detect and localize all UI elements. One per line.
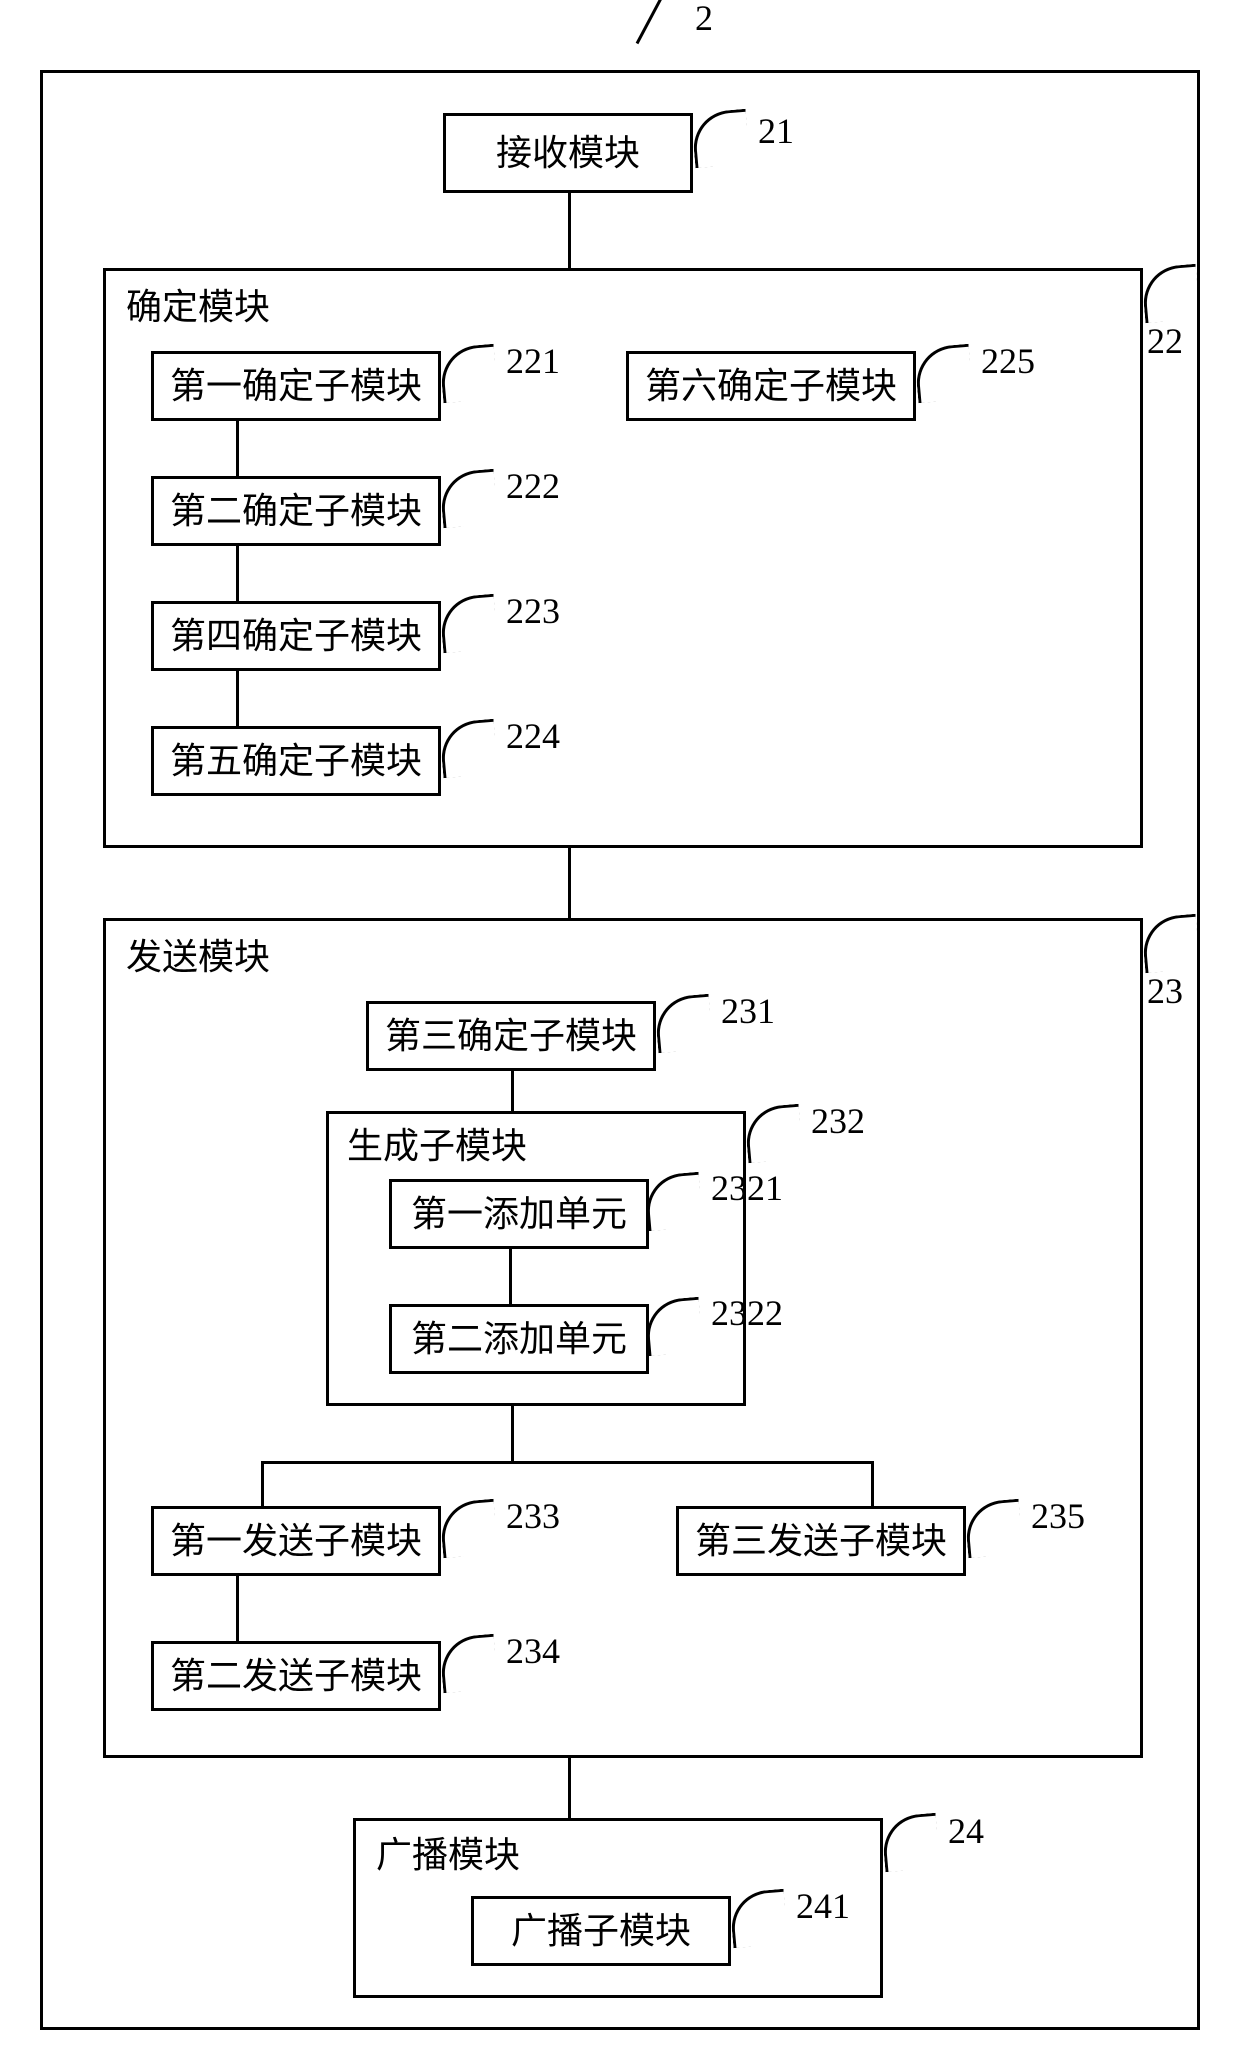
gen-unit2-box: 第二添加单元 [389,1304,649,1374]
num-21: 21 [758,113,794,149]
send-sub1-box: 第一发送子模块 [151,1506,441,1576]
num-235: 235 [1031,1498,1085,1534]
conn-232-down [511,1406,514,1461]
leader-22 [1141,264,1201,324]
gen-unit1-label: 第一添加单元 [411,1196,627,1232]
num-232: 232 [811,1103,865,1139]
num-221: 221 [506,343,560,379]
conn-231-232 [511,1071,514,1111]
broadcast-sub-label: 广播子模块 [511,1913,691,1949]
leader-241 [729,1889,789,1949]
gen-title: 生成子模块 [347,1128,527,1164]
send-sub3-box: 第三发送子模块 [676,1506,966,1576]
leader-234 [439,1634,499,1694]
leader-21 [691,109,751,169]
leader-225 [914,344,974,404]
leader-23 [1141,914,1201,974]
leader-232 [744,1104,804,1164]
num-22: 22 [1147,323,1183,359]
leader-221 [439,344,499,404]
determine-title: 确定模块 [126,289,270,325]
num-223: 223 [506,593,560,629]
leader-root [636,0,672,44]
conn-to-233 [261,1461,264,1506]
determine-module: 确定模块 第一确定子模块 221 第六确定子模块 225 第二确定子模块 222… [103,268,1143,848]
conn-to-235 [871,1461,874,1506]
outer-frame: 接收模块 21 确定模块 第一确定子模块 221 第六确定子模块 225 第二确… [40,70,1200,2030]
num-2322: 2322 [711,1295,783,1331]
determine-sub5-box: 第五确定子模块 [151,726,441,796]
num-23: 23 [1147,973,1183,1009]
conn-222-223 [236,546,239,601]
broadcast-title: 广播模块 [376,1837,520,1873]
conn-21-22 [568,193,571,268]
leader-224 [439,719,499,779]
num-224: 224 [506,718,560,754]
num-241: 241 [796,1888,850,1924]
leader-24 [881,1813,941,1873]
broadcast-sub-box: 广播子模块 [471,1896,731,1966]
leader-231 [654,994,714,1054]
send-sub3-label: 第三发送子模块 [695,1523,947,1559]
send-module: 发送模块 第三确定子模块 231 生成子模块 第一添加单元 第二添加单元 232… [103,918,1143,1758]
leader-222 [439,469,499,529]
conn-2321-2322 [509,1249,512,1304]
num-24: 24 [948,1813,984,1849]
leader-233 [439,1499,499,1559]
send-title: 发送模块 [126,939,270,975]
leader-223 [439,594,499,654]
receive-module-label: 接收模块 [496,135,640,171]
num-225: 225 [981,343,1035,379]
num-root: 2 [695,0,713,36]
broadcast-module: 广播模块 广播子模块 241 [353,1818,883,1998]
receive-module-box: 接收模块 [443,113,693,193]
determine-sub5-label: 第五确定子模块 [170,743,422,779]
determine-sub4-box: 第四确定子模块 [151,601,441,671]
conn-223-224 [236,671,239,726]
determine-sub6-box: 第六确定子模块 [626,351,916,421]
determine-sub4-label: 第四确定子模块 [170,618,422,654]
num-231: 231 [721,993,775,1029]
send-sub2-label: 第二发送子模块 [170,1658,422,1694]
send-sub1-label: 第一发送子模块 [170,1523,422,1559]
gen-unit1-box: 第一添加单元 [389,1179,649,1249]
send-sub2-box: 第二发送子模块 [151,1641,441,1711]
conn-split-h [261,1461,871,1464]
gen-submodule: 生成子模块 第一添加单元 第二添加单元 [326,1111,746,1406]
determine-sub1-label: 第一确定子模块 [170,368,422,404]
determine-sub6-label: 第六确定子模块 [645,368,897,404]
num-2321: 2321 [711,1170,783,1206]
conn-22-23 [568,848,571,918]
num-234: 234 [506,1633,560,1669]
determine-sub2-label: 第二确定子模块 [170,493,422,529]
gen-unit2-label: 第二添加单元 [411,1321,627,1357]
determine-sub1-box: 第一确定子模块 [151,351,441,421]
num-233: 233 [506,1498,560,1534]
conn-221-222 [236,421,239,476]
leader-235 [964,1499,1024,1559]
conn-233-234 [236,1576,239,1641]
determine-sub2-box: 第二确定子模块 [151,476,441,546]
num-222: 222 [506,468,560,504]
send-sub3determine-box: 第三确定子模块 [366,1001,656,1071]
send-sub3determine-label: 第三确定子模块 [385,1018,637,1054]
conn-23-24 [568,1758,571,1818]
